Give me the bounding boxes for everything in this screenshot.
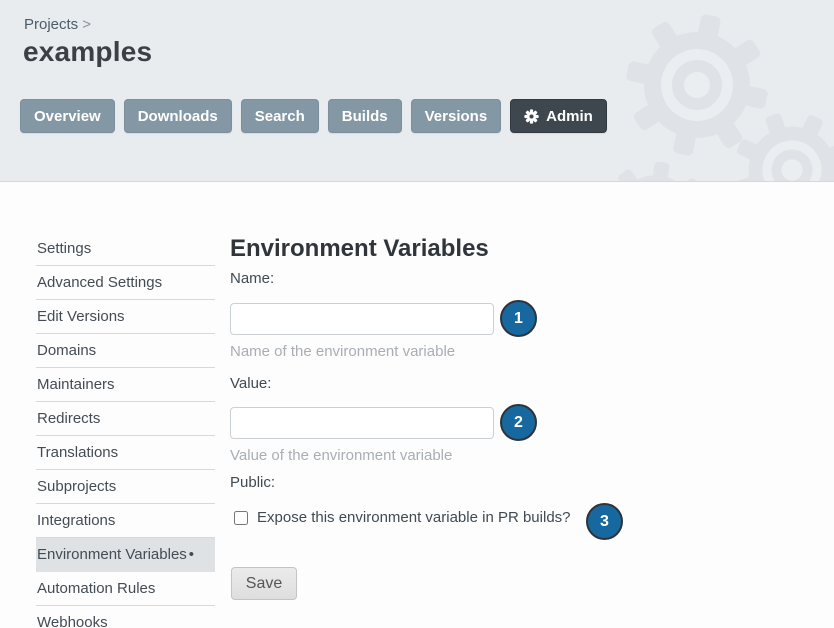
value-input[interactable] [230,407,494,439]
save-button[interactable]: Save [231,567,297,600]
tab-versions[interactable]: Versions [411,99,502,133]
sidebar-item-automation-rules[interactable]: Automation Rules [36,572,215,606]
page: Projects> examples Overview Downloads Se… [0,0,834,628]
sidebar-item-redirects[interactable]: Redirects [36,402,215,436]
sidebar-item-settings[interactable]: Settings [36,232,215,266]
tab-downloads[interactable]: Downloads [124,99,232,133]
callout-badge-2: 2 [500,404,537,441]
value-help-text: Value of the environment variable [230,447,452,464]
tab-overview[interactable]: Overview [20,99,115,133]
sidebar-item-webhooks[interactable]: Webhooks [36,606,215,628]
sidebar-item-environment-variables[interactable]: Environment Variables• [36,538,215,572]
public-checkbox-label[interactable]: Expose this environment variable in PR b… [257,509,571,526]
name-field-label: Name: [230,270,274,287]
callout-badge-1: 1 [500,300,537,337]
callout-badge-3: 3 [586,503,623,540]
sidebar-item-subprojects[interactable]: Subprojects [36,470,215,504]
name-help-text: Name of the environment variable [230,343,455,360]
sidebar-item-edit-versions[interactable]: Edit Versions [36,300,215,334]
sidebar-item-integrations[interactable]: Integrations [36,504,215,538]
breadcrumb: Projects> [24,16,91,33]
current-page-marker: • [189,546,194,563]
sidebar-item-domains[interactable]: Domains [36,334,215,368]
tab-search[interactable]: Search [241,99,319,133]
public-checkbox[interactable] [234,511,248,525]
sidebar-item-label: Environment Variables [37,546,187,563]
sidebar-item-advanced-settings[interactable]: Advanced Settings [36,266,215,300]
decorative-gears-graphic [554,0,834,182]
tab-admin-label: Admin [546,108,593,125]
value-field-label: Value: [230,375,271,392]
gear-icon [524,109,539,124]
public-field-label: Public: [230,474,275,491]
tab-admin[interactable]: Admin [510,99,607,133]
public-checkbox-row: Expose this environment variable in PR b… [234,509,571,526]
sidebar-item-translations[interactable]: Translations [36,436,215,470]
page-title: examples [23,36,152,68]
project-nav-tabs: Overview Downloads Search Builds Version… [20,99,607,133]
breadcrumb-projects-link[interactable]: Projects [24,16,78,33]
project-header: Projects> examples Overview Downloads Se… [0,0,834,182]
tab-builds[interactable]: Builds [328,99,402,133]
breadcrumb-separator: > [82,16,91,33]
admin-sidebar: Settings Advanced Settings Edit Versions… [36,232,215,628]
sidebar-item-maintainers[interactable]: Maintainers [36,368,215,402]
name-input[interactable] [230,303,494,335]
section-heading: Environment Variables [230,235,489,263]
